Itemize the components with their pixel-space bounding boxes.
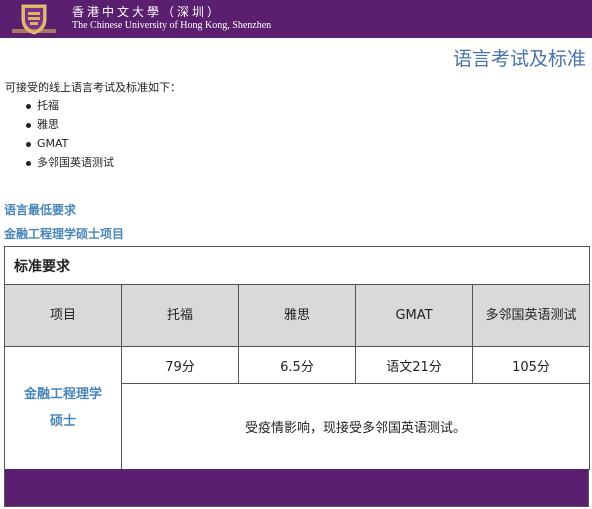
program-name: 金融工程理学硕士 xyxy=(23,387,102,429)
section-heading-program: 金融工程理学硕士项目 xyxy=(4,227,125,241)
list-item: 雅思 xyxy=(26,115,114,134)
table-caption: 标准要求 xyxy=(3,246,591,285)
bullet-icon xyxy=(26,103,31,109)
list-item: 托福 xyxy=(26,96,114,115)
table-header-row: 项目 托福 雅思 GMAT 多邻国英语测试 xyxy=(4,284,591,347)
column-header: 项目 xyxy=(4,284,122,347)
university-name-zh: 香港中文大學（深圳） xyxy=(72,5,223,19)
exam-label: 托福 xyxy=(37,99,59,112)
exam-label: 多邻国英语测试 xyxy=(37,156,114,169)
table-row: 金融工程理学硕士 79分 6.5分 语文21分 105分 xyxy=(4,346,591,470)
toefl-score-cell: 79分 xyxy=(121,346,239,384)
university-name-en: The Chinese University of Hong Kong, She… xyxy=(72,20,272,31)
table-footer-bar xyxy=(4,469,589,507)
program-name-cell: 金融工程理学硕士 xyxy=(4,346,122,470)
list-item: 多邻国英语测试 xyxy=(26,153,114,172)
requirements-table: 标准要求 项目 托福 雅思 GMAT 多邻国英语测试 金融工程理学硕士 79分 … xyxy=(3,246,591,470)
page: 香港中文大學（深圳） The Chinese University of Hon… xyxy=(0,0,592,509)
column-header: 多邻国英语测试 xyxy=(471,284,591,347)
site-header: 香港中文大學（深圳） The Chinese University of Hon… xyxy=(0,0,592,38)
section-heading-min-requirement: 语言最低要求 xyxy=(4,203,77,217)
gmat-score-cell: 语文21分 xyxy=(355,346,473,384)
column-header: 雅思 xyxy=(238,284,356,347)
column-header: 托福 xyxy=(121,284,239,347)
table-caption-row: 标准要求 xyxy=(3,246,591,285)
exam-label: 雅思 xyxy=(37,118,59,131)
bullet-icon xyxy=(26,160,31,166)
bullet-icon xyxy=(26,141,31,147)
exam-list: 托福 雅思 GMAT 多邻国英语测试 xyxy=(26,96,114,172)
cuhk-logo-icon[interactable] xyxy=(8,3,60,35)
ielts-score-cell: 6.5分 xyxy=(238,346,356,384)
bullet-icon xyxy=(26,122,31,128)
exam-label: GMAT xyxy=(37,137,69,150)
list-item: GMAT xyxy=(26,134,114,153)
page-title: 语言考试及标准 xyxy=(452,48,586,70)
note-cell: 受疫情影响，现接受多邻国英语测试。 xyxy=(120,383,591,470)
intro-text: 可接受的线上语言考试及标准如下： xyxy=(5,81,181,94)
column-header: GMAT xyxy=(355,284,473,347)
duolingo-score-cell: 105分 xyxy=(471,346,591,384)
